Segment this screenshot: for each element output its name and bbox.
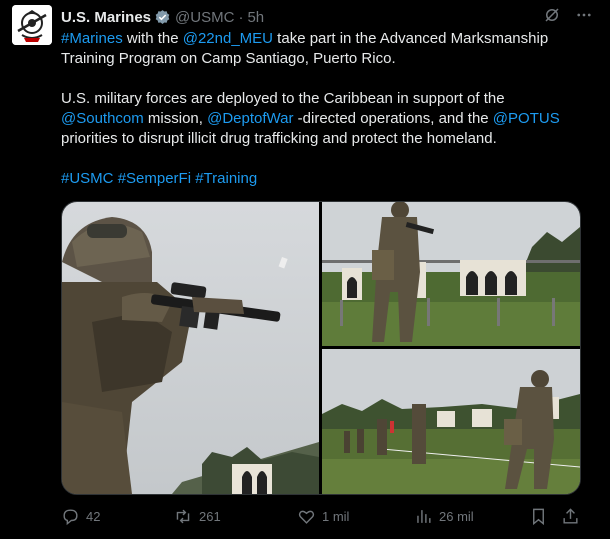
- repost-count: 261: [199, 508, 221, 524]
- share-button[interactable]: [561, 507, 580, 526]
- photo-2[interactable]: [322, 202, 580, 346]
- like-count: 1 mil: [322, 508, 350, 524]
- tweet-top-actions: [543, 6, 593, 29]
- photo-1[interactable]: [62, 202, 319, 494]
- bookmark-button[interactable]: [529, 507, 548, 526]
- views-button[interactable]: 26 mil: [414, 507, 474, 526]
- views-chart-icon: [414, 507, 433, 526]
- tweet-link[interactable]: @Southcom: [61, 110, 144, 127]
- tweet-text: mission,: [143, 110, 208, 127]
- tweet-paragraph-2: U.S. military forces are deployed to the…: [61, 89, 581, 149]
- tweet-text: -directed operations, and the: [293, 110, 493, 127]
- bookmark-icon: [529, 507, 548, 526]
- tweet-text: with the: [122, 30, 183, 47]
- timestamp[interactable]: 5h: [247, 9, 264, 26]
- views-count: 26 mil: [439, 508, 474, 524]
- reply-count: 42: [86, 508, 101, 524]
- tweet-text: priorities to disrupt illicit drug traff…: [61, 130, 497, 147]
- verified-badge-icon: [154, 9, 171, 26]
- repost-icon: [173, 507, 193, 526]
- author-name[interactable]: U.S. Marines: [61, 9, 151, 26]
- tweet-link[interactable]: #Training: [195, 170, 257, 187]
- tweet: U.S. Marines @USMC · 5h #Marines with th…: [0, 0, 610, 539]
- tweet-link[interactable]: #USMC: [61, 170, 114, 187]
- media-grid: [61, 201, 581, 495]
- like-button[interactable]: 1 mil: [297, 507, 349, 526]
- photo-3[interactable]: [322, 349, 580, 494]
- tweet-link[interactable]: @DeptofWar: [207, 110, 293, 127]
- reply-button[interactable]: 42: [61, 507, 100, 526]
- action-bar: 42 261 1 mil 26 mil: [61, 505, 581, 527]
- tweet-link[interactable]: #SemperFi: [118, 170, 191, 187]
- reply-icon: [61, 507, 80, 526]
- share-icon: [561, 507, 580, 526]
- avatar[interactable]: [12, 5, 52, 45]
- separator-dot: ·: [238, 8, 244, 26]
- more-options-icon[interactable]: [575, 6, 593, 29]
- grok-icon[interactable]: [543, 6, 561, 29]
- tweet-hashtags: #USMC #SemperFi #Training: [61, 169, 581, 189]
- tweet-text: U.S. military forces are deployed to the…: [61, 90, 505, 107]
- tweet-paragraph-1: #Marines with the @22nd_MEU take part in…: [61, 29, 581, 69]
- tweet-body: #Marines with the @22nd_MEU take part in…: [61, 29, 581, 189]
- tweet-link[interactable]: @22nd_MEU: [183, 30, 273, 47]
- tweet-header: U.S. Marines @USMC · 5h: [61, 7, 264, 27]
- author-handle[interactable]: @USMC: [175, 9, 234, 26]
- repost-button[interactable]: 261: [173, 507, 221, 526]
- tweet-link[interactable]: @POTUS: [493, 110, 560, 127]
- tweet-link[interactable]: #Marines: [61, 30, 123, 47]
- heart-icon: [297, 507, 316, 526]
